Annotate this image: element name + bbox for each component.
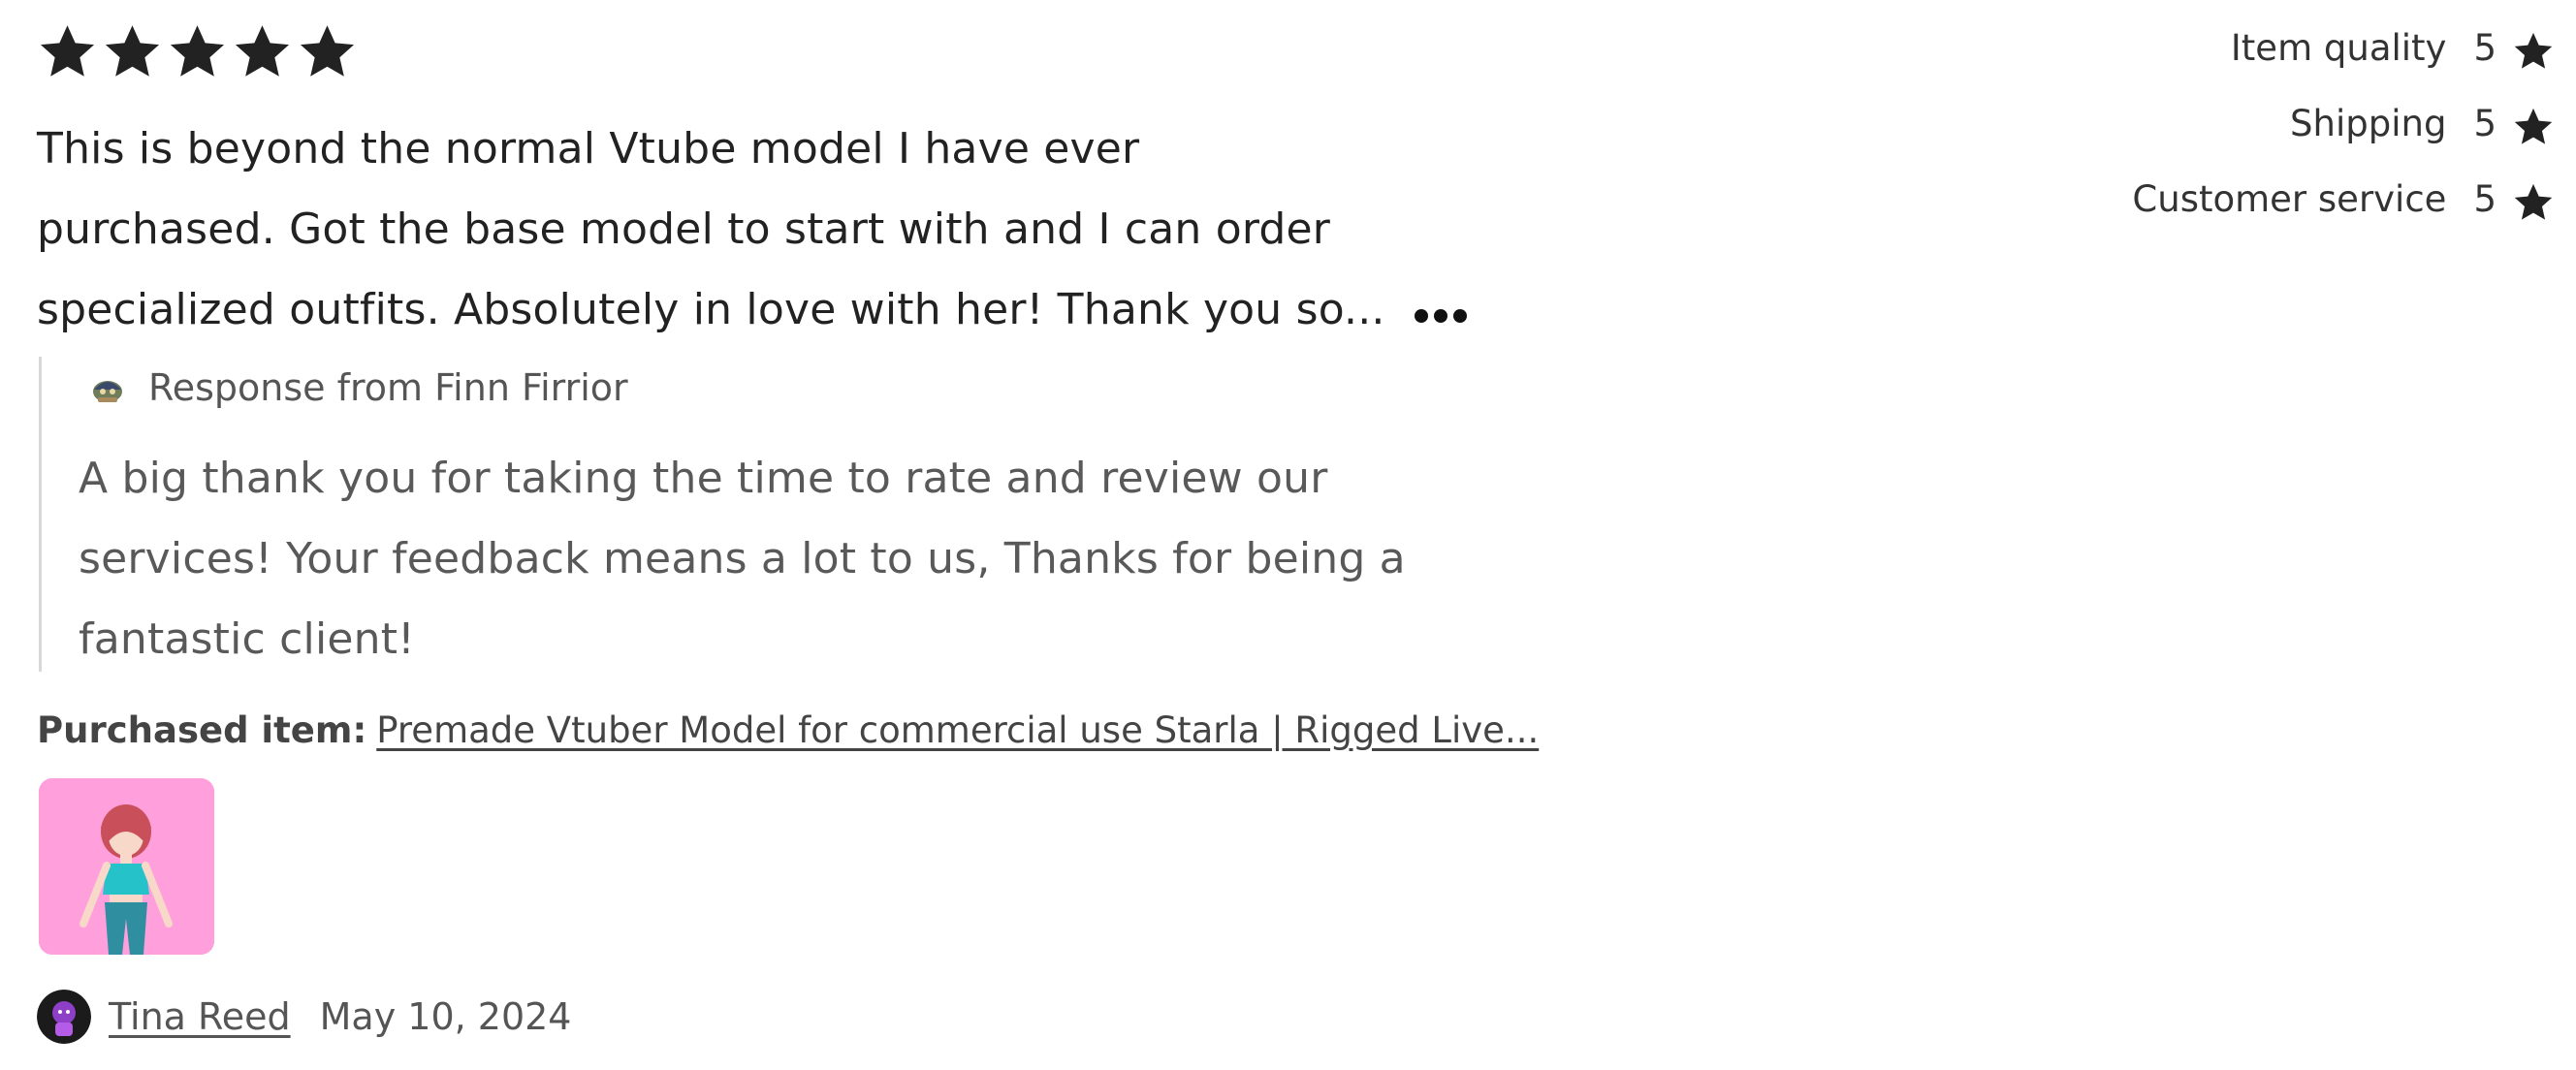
review-date: May 10, 2024 [319, 995, 572, 1038]
star-icon [2512, 106, 2555, 148]
response-body: A big thank you for taking the time to r… [79, 438, 1591, 679]
rating-row-customer-service: Customer service 5 [1876, 175, 2555, 251]
star-icon [297, 21, 358, 82]
rating-label: Item quality [2230, 27, 2447, 69]
review-photo-thumbnail[interactable] [39, 778, 214, 955]
rating-value: 5 [2473, 103, 2496, 144]
reviewer-info: Tina Reed May 10, 2024 [37, 989, 571, 1045]
response-text-line: fantastic client! [79, 614, 416, 664]
rating-breakdown: Item quality 5 Shipping 5 Customer servi… [1876, 24, 2555, 251]
review-text-truncated: specialized outfits. Absolutely in love … [37, 285, 1385, 334]
shop-avatar-icon [88, 368, 127, 407]
star-icon [102, 21, 163, 82]
review-text-line: purchased. Got the base model to start w… [37, 205, 1331, 254]
purchased-item-link[interactable]: Premade Vtuber Model for commercial use … [376, 709, 1539, 751]
response-from-label: Response from Finn Firrior [148, 366, 628, 409]
star-icon [37, 21, 98, 82]
review-text-line: This is beyond the normal Vtube model I … [37, 124, 1140, 173]
star-icon [2512, 30, 2555, 73]
star-icon [2512, 181, 2555, 224]
purchased-item-label: Purchased item: [37, 709, 367, 751]
review-body: This is beyond the normal Vtube model I … [37, 109, 1588, 350]
rating-label: Customer service [2132, 178, 2447, 220]
overall-star-rating [37, 21, 358, 83]
reviewer-name-link[interactable]: Tina Reed [109, 995, 291, 1038]
rating-row-item-quality: Item quality 5 [1876, 24, 2555, 100]
response-header: Response from Finn Firrior [88, 366, 628, 409]
rating-row-shipping: Shipping 5 [1876, 100, 2555, 175]
response-text-line: services! Your feedback means a lot to u… [79, 534, 1406, 583]
review-text-line-last: specialized outfits. Absolutely in love … [37, 269, 1588, 350]
response-text-line: A big thank you for taking the time to r… [79, 454, 1328, 503]
rating-label: Shipping [2290, 103, 2447, 144]
reviewer-avatar-icon[interactable] [37, 990, 91, 1044]
star-icon [167, 21, 228, 82]
seller-response: Response from Finn Firrior A big thank y… [39, 357, 1593, 672]
purchased-item: Purchased item: Premade Vtuber Model for … [37, 709, 1539, 751]
rating-value: 5 [2473, 178, 2496, 220]
star-icon [232, 21, 293, 82]
rating-value: 5 [2473, 27, 2496, 69]
ellipsis-icon[interactable] [1414, 309, 1467, 323]
